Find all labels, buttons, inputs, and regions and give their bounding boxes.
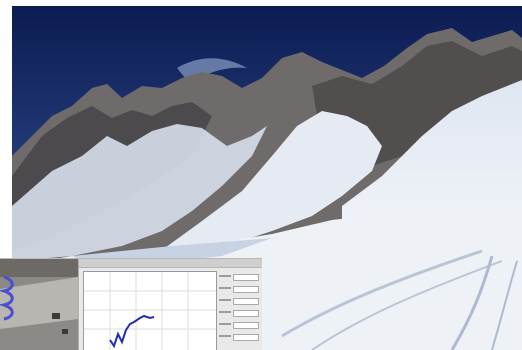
thumb-marker-2 [62, 329, 68, 334]
panel-field-3[interactable] [233, 298, 259, 305]
inset-composite [0, 258, 262, 350]
plot-line [109, 314, 155, 349]
thumb-marker [52, 313, 60, 319]
panel-row-2 [219, 286, 259, 293]
panel-label-2 [219, 287, 231, 289]
panel-row-4 [219, 310, 259, 317]
panel-field-6[interactable] [233, 334, 259, 341]
panel-label-3 [219, 299, 231, 301]
panel-row-6 [219, 334, 259, 341]
image-frame [0, 0, 522, 350]
panel-label-5 [219, 323, 231, 325]
plot-area [83, 271, 217, 350]
panel-field-5[interactable] [233, 322, 259, 329]
plot-control-panel [219, 271, 259, 349]
inset-thumbnail [0, 259, 78, 350]
panel-field-2[interactable] [233, 286, 259, 293]
inset-thumbnail-image [0, 259, 78, 350]
thumb-sky [0, 259, 78, 277]
plot-svg [84, 272, 216, 350]
panel-label-1 [219, 275, 231, 277]
panel-row-1 [219, 274, 259, 281]
panel-label-4 [219, 311, 231, 313]
panel-field-1[interactable] [233, 274, 259, 281]
plot-grid [84, 272, 216, 350]
panel-row-5 [219, 322, 259, 329]
plot-window [78, 259, 262, 350]
panel-field-4[interactable] [233, 310, 259, 317]
panel-row-3 [219, 298, 259, 305]
panel-label-6 [219, 335, 231, 337]
plot-window-titlebar [79, 259, 262, 268]
